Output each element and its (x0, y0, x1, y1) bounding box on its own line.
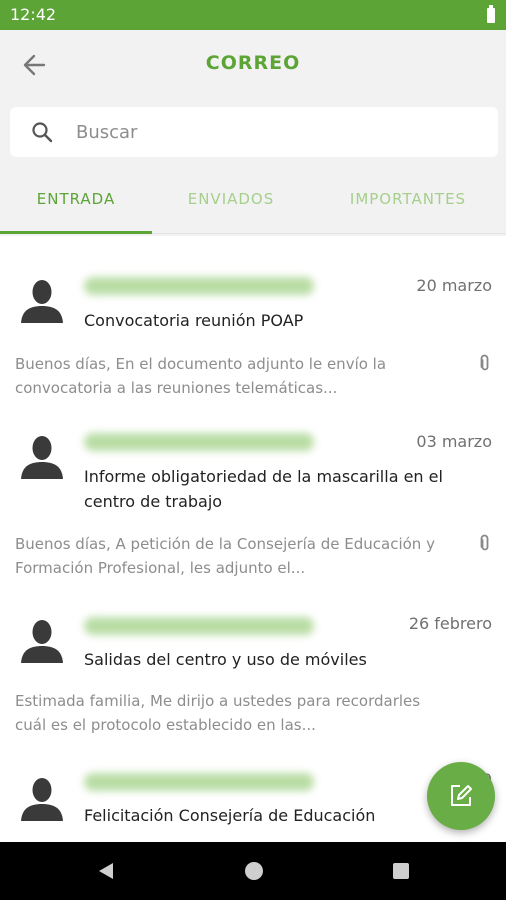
system-nav-bar (0, 842, 506, 900)
mail-subject: Convocatoria reunión POAP (84, 311, 304, 330)
nav-back-icon[interactable] (96, 861, 116, 885)
sender-name-blurred (84, 773, 314, 791)
search-box[interactable] (10, 107, 498, 157)
sender-name-blurred (84, 277, 314, 295)
sender-name-blurred (84, 617, 314, 635)
avatar-icon (18, 776, 66, 822)
tab-enviados[interactable]: ENVIADOS (152, 168, 310, 234)
search-input[interactable] (76, 117, 476, 147)
mail-subject: Informe obligatoriedad de la mascarilla … (84, 467, 443, 511)
mail-date: 26 febrero (408, 614, 492, 633)
mail-date: 03 marzo (416, 432, 492, 451)
compose-icon (451, 785, 472, 806)
nav-home-icon[interactable] (244, 861, 264, 885)
mail-subject: Felicitación Consejería de Educación (84, 806, 376, 825)
attachment-icon (478, 354, 492, 372)
mail-date: 20 marzo (416, 276, 492, 295)
tab-entrada[interactable]: ENTRADA (0, 168, 152, 234)
battery-icon (487, 5, 495, 23)
mail-preview: Buenos días, A petición de la Consejería… (15, 535, 435, 577)
mail-item[interactable]: 26 febrero Salidas del centro y uso de m… (0, 596, 506, 756)
mail-list: 20 marzo Convocatoria reunión POAP Bueno… (0, 236, 506, 842)
tab-bar: ENTRADA ENVIADOS IMPORTANTES (0, 168, 506, 234)
mail-item[interactable]: 20 marzo Convocatoria reunión POAP Bueno… (0, 236, 506, 412)
avatar-icon (18, 278, 66, 324)
sender-name-blurred (84, 433, 314, 451)
tab-indicator (0, 231, 152, 234)
avatar-icon (18, 618, 66, 664)
mail-preview: Estimada familia, Me dirijo a ustedes pa… (15, 692, 421, 734)
compose-button[interactable] (427, 762, 495, 830)
tab-importantes[interactable]: IMPORTANTES (310, 168, 506, 234)
avatar-icon (18, 434, 66, 480)
status-time: 12:42 (10, 5, 57, 24)
nav-recents-icon[interactable] (391, 861, 411, 885)
status-bar: 12:42 (0, 0, 506, 30)
app-bar: CORREO (0, 30, 506, 98)
page-title: CORREO (205, 52, 301, 74)
search-icon (30, 120, 54, 144)
mail-preview: Buenos días, En el documento adjunto le … (15, 355, 387, 397)
mail-item[interactable]: 03 marzo Informe obligatoriedad de la ma… (0, 412, 506, 596)
mail-subject: Salidas del centro y uso de móviles (84, 650, 367, 669)
attachment-icon (478, 534, 492, 552)
